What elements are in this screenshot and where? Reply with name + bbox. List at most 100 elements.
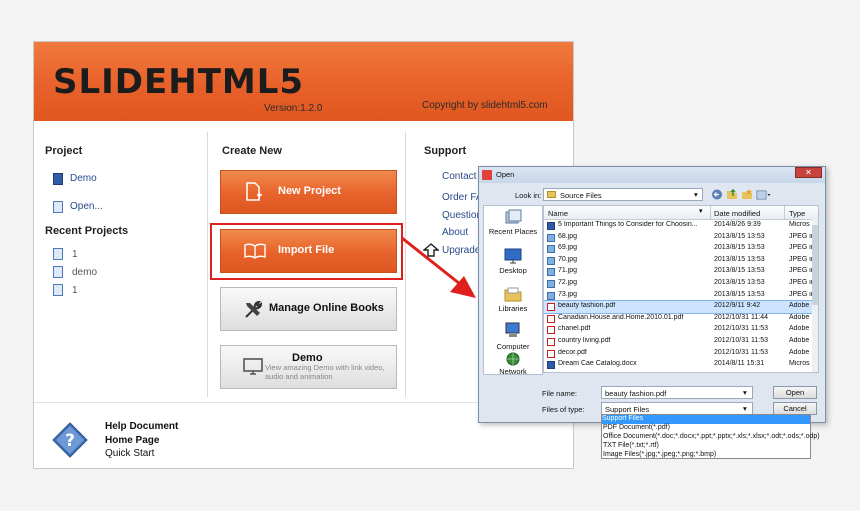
file-type: JPEG ir bbox=[789, 244, 813, 252]
sort-chevron-icon: ▾ bbox=[699, 208, 703, 215]
file-name: Canadian.House.and.Home.2010.01.pdf bbox=[558, 313, 684, 321]
place-label: Recent Places bbox=[488, 227, 538, 236]
place-libraries[interactable]: Libraries bbox=[484, 284, 542, 318]
type-option[interactable]: Office Document(*.doc;*.docx;*.ppt;*.ppt… bbox=[603, 433, 820, 440]
file-row[interactable]: chanel.pdf 2012/10/31 11:53 Adobe bbox=[544, 324, 818, 336]
book-icon bbox=[53, 173, 63, 185]
file-type: JPEG ir bbox=[789, 290, 813, 298]
type-option[interactable]: TXT File(*.txt;*.rtf) bbox=[603, 442, 659, 449]
file-row[interactable]: 73.jpg 2013/8/15 13:53 JPEG ir bbox=[544, 290, 818, 302]
file-name-label: File name: bbox=[542, 389, 578, 398]
file-type: Micros bbox=[789, 221, 810, 228]
scrollbar[interactable] bbox=[812, 219, 818, 372]
file-date: 2013/8/15 13:53 bbox=[714, 267, 765, 275]
file-type-dropdown: Support Files PDF Document(*.pdf) Office… bbox=[601, 414, 820, 459]
file-type: JPEG ir bbox=[789, 279, 813, 286]
look-in-value: Source Files bbox=[560, 191, 602, 200]
chevron-down-icon: ▾ bbox=[743, 404, 747, 413]
place-computer[interactable]: Computer bbox=[484, 320, 542, 354]
new-project-label: New Project bbox=[278, 185, 341, 197]
file-list: Name ▾ Date modified Type 5 Important Th… bbox=[543, 205, 819, 373]
network-icon bbox=[506, 352, 520, 366]
tools-icon bbox=[245, 300, 263, 318]
open-button[interactable]: Open bbox=[773, 386, 817, 399]
computer-icon bbox=[505, 322, 520, 337]
recent-places-icon bbox=[505, 209, 522, 224]
file-row[interactable]: Dream Cae Catalog.docx 2014/8/11 15:31 Mic… bbox=[544, 359, 818, 371]
quick-start-link[interactable]: Quick Start bbox=[105, 448, 154, 459]
image-file-icon bbox=[547, 291, 555, 300]
file-type-label: Files of type: bbox=[542, 405, 585, 414]
file-name: 69.jpg bbox=[558, 244, 578, 252]
type-option-selected[interactable]: Support Files bbox=[602, 415, 810, 424]
file-type: Adobe bbox=[789, 337, 810, 344]
version-label: Version:1.2.0 bbox=[264, 103, 323, 114]
file-row[interactable]: 72.jpg 2013/8/15 13:53 JPEG ir bbox=[544, 278, 818, 290]
file-row[interactable]: 71.jpg 2013/8/15 13:53 JPEG ir bbox=[544, 266, 818, 278]
new-project-button[interactable]: New Project bbox=[220, 170, 397, 214]
column-divider bbox=[784, 206, 785, 219]
file-date: 2014/8/11 15:31 bbox=[714, 360, 765, 368]
pdf-file-icon bbox=[547, 303, 555, 312]
import-file-label: Import File bbox=[278, 244, 335, 256]
file-row[interactable]: Canadian.House.and.Home.2010.01.pdf 2012/… bbox=[544, 313, 818, 325]
file-name: 73.jpg bbox=[558, 290, 578, 298]
image-file-icon bbox=[547, 280, 555, 288]
import-file-button[interactable]: Import File bbox=[220, 229, 397, 273]
dialog-title: Open bbox=[496, 170, 515, 179]
support-contact-link[interactable]: Contact bbox=[442, 171, 476, 182]
file-date: 2013/8/15 13:53 bbox=[714, 290, 765, 298]
image-file-icon bbox=[547, 245, 555, 254]
column-name[interactable]: Name bbox=[548, 209, 568, 218]
support-order-link[interactable]: Order FA bbox=[442, 192, 483, 203]
desktop-icon bbox=[504, 248, 522, 264]
file-row[interactable]: country living.pdf 2012/10/31 11:53 Adobe bbox=[544, 336, 818, 348]
file-row[interactable]: 70.jpg 2013/8/15 13:53 JPEG ir bbox=[544, 255, 818, 267]
places-bar: Recent Places Desktop Libraries Computer… bbox=[483, 205, 543, 376]
type-option[interactable]: Image Files(*.jpg;*.jpeg;*.png;*.bmp) bbox=[603, 451, 716, 458]
file-name: beauty fashion.pdf bbox=[558, 302, 616, 310]
recent-item-label: 1 bbox=[72, 285, 78, 296]
file-row[interactable]: 5 Important Things to Consider for Choos… bbox=[544, 220, 818, 232]
column-date[interactable]: Date modified bbox=[714, 209, 760, 218]
file-row[interactable]: 68.jpg 2013/8/15 13:53 JPEG ir bbox=[544, 232, 818, 244]
file-icon bbox=[53, 266, 63, 278]
file-row[interactable]: decor.pdf 2012/10/31 11:53 Adobe bbox=[544, 348, 818, 360]
project-heading: Project bbox=[45, 145, 83, 157]
file-name: decor.pdf bbox=[558, 348, 587, 356]
file-type: JPEG ir bbox=[789, 232, 813, 240]
file-row[interactable]: 69.jpg 2013/8/15 13:53 JPEG ir bbox=[544, 243, 818, 255]
support-heading: Support bbox=[424, 145, 467, 157]
chevron-down-icon: ▾ bbox=[743, 388, 747, 397]
file-row[interactable]: beauty fashion.pdf 2012/9/11 9:42 Adobe bbox=[544, 300, 818, 314]
help-document-link[interactable]: Help Document bbox=[105, 421, 178, 432]
column-type[interactable]: Type bbox=[789, 209, 805, 218]
type-option[interactable]: PDF Document(*.pdf) bbox=[603, 424, 670, 431]
file-type: Micros bbox=[789, 360, 810, 368]
app-icon bbox=[482, 170, 492, 180]
place-network[interactable]: Network bbox=[484, 352, 542, 376]
scrollbar-thumb[interactable] bbox=[812, 225, 818, 305]
new-document-icon bbox=[246, 182, 262, 201]
file-date: 2012/10/31 11:53 bbox=[714, 337, 768, 344]
demo-button[interactable]: Demo View amazing Demo with link video, … bbox=[220, 345, 397, 389]
close-button[interactable]: ✕ bbox=[795, 167, 822, 178]
file-type: JPEG ir bbox=[789, 267, 813, 275]
file-name: Dream Cae Catalog.docx bbox=[558, 360, 637, 368]
open-book-icon bbox=[244, 243, 266, 259]
file-type-value: Support Files bbox=[605, 405, 650, 414]
recent-item-label: 1 bbox=[72, 249, 78, 260]
file-date: 2012/10/31 11:44 bbox=[714, 313, 768, 321]
file-date: 2012/10/31 11:53 bbox=[714, 325, 768, 333]
look-in-select[interactable]: Source Files ▾ bbox=[543, 188, 703, 201]
support-question-link[interactable]: Question bbox=[442, 210, 482, 221]
word-file-icon bbox=[547, 222, 555, 230]
home-page-link[interactable]: Home Page bbox=[105, 435, 159, 446]
recent-projects-heading: Recent Projects bbox=[45, 225, 129, 237]
manage-online-books-button[interactable]: Manage Online Books bbox=[220, 287, 397, 331]
place-recent[interactable]: Recent Places bbox=[484, 206, 542, 242]
file-type: Adobe bbox=[789, 302, 810, 310]
file-name-input[interactable]: beauty fashion.pdf ▾ bbox=[601, 386, 753, 399]
place-desktop[interactable]: Desktop bbox=[484, 246, 542, 280]
place-label: Desktop bbox=[499, 266, 527, 275]
